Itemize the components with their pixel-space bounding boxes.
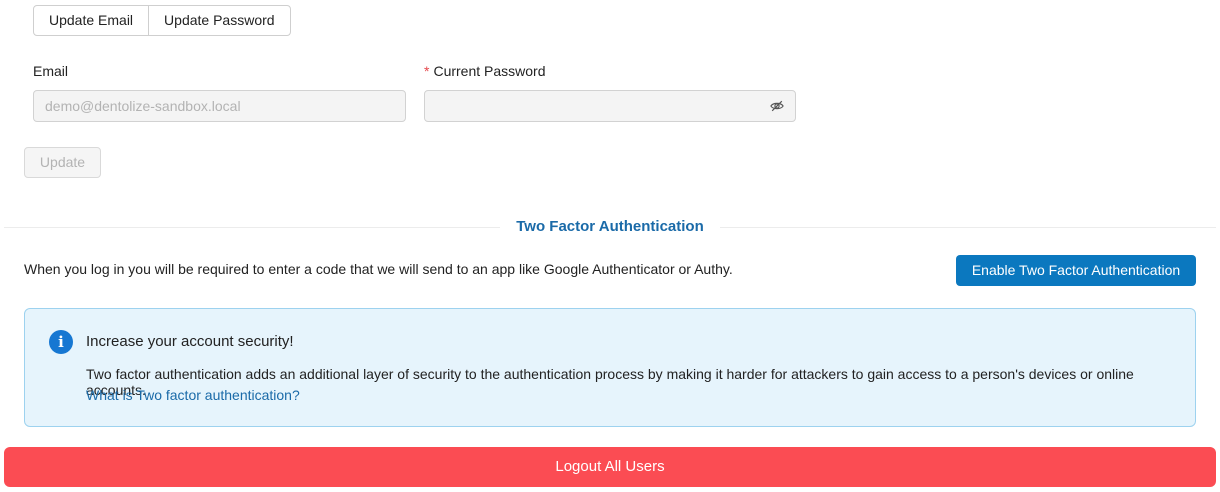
settings-tabs: Update Email Update Password [33, 5, 291, 36]
current-password-field[interactable] [424, 90, 796, 122]
update-button[interactable]: Update [24, 147, 101, 178]
eye-off-icon[interactable] [770, 99, 784, 113]
enable-two-factor-button[interactable]: Enable Two Factor Authentication [956, 255, 1196, 286]
required-marker: * [424, 63, 430, 79]
security-info-alert: i Increase your account security! Two fa… [24, 308, 1196, 427]
tab-update-email[interactable]: Update Email [34, 6, 148, 35]
two-factor-section-title: Two Factor Authentication [500, 216, 720, 238]
email-value: demo@dentolize-sandbox.local [45, 98, 241, 114]
email-field[interactable]: demo@dentolize-sandbox.local [33, 90, 406, 122]
current-password-label-text: Current Password [433, 63, 546, 79]
what-is-two-factor-link[interactable]: What is Two factor authentication? [86, 387, 300, 403]
current-password-label: * Current Password [424, 63, 546, 79]
logout-all-users-button[interactable]: Logout All Users [4, 447, 1216, 487]
tab-update-password[interactable]: Update Password [148, 6, 290, 35]
alert-title: Increase your account security! [86, 333, 294, 350]
two-factor-description: When you log in you will be required to … [24, 261, 733, 277]
account-settings-page: Update Email Update Password Email demo@… [0, 0, 1220, 492]
email-label: Email [33, 63, 69, 79]
info-icon: i [49, 330, 73, 354]
